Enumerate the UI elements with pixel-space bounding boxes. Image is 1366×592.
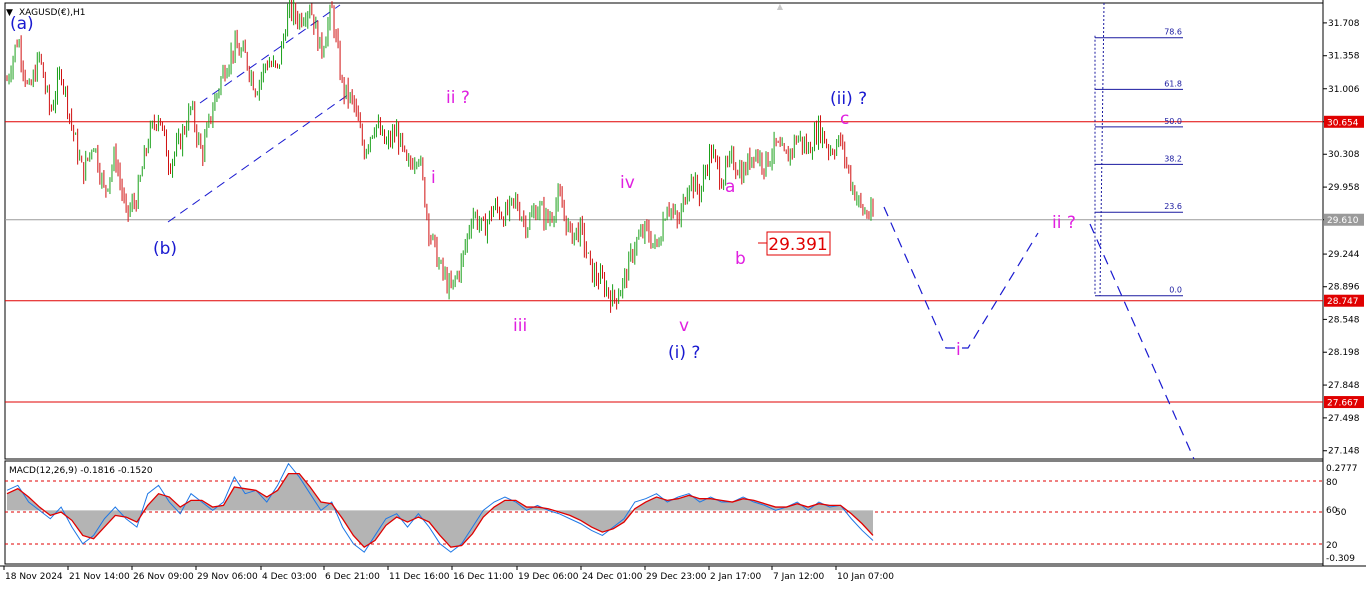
time-tick-label: 19 Dec 06:00 [518,572,579,582]
fib-level-label: 78.6 [1164,28,1182,37]
hline-label-text: 30.654 [1327,118,1359,128]
wave-label-b-paren[interactable]: (b) [153,239,177,259]
fib-level-label: 38.2 [1164,154,1182,163]
wave-label-a-small[interactable]: a [725,177,735,197]
time-tick-label: 29 Nov 06:00 [197,572,258,582]
macd-title: MACD(12,26,9) -0.1816 -0.1520 [9,466,153,476]
hline-label-text: 29.610 [1327,216,1359,226]
time-tick-label: 29 Dec 23:00 [646,572,707,582]
price-tick-label: 28.198 [1328,348,1360,358]
time-tick-label: 24 Dec 01:00 [582,572,643,582]
price-tick-label: 31.358 [1328,52,1360,62]
macd-axis-label: -0.309 [1326,554,1355,564]
wave-label-ii-projected[interactable]: ii ? [1052,213,1076,233]
macd-axis: 0.2777 80 60 50 20 -0.309 [1326,464,1358,564]
time-tick-label: 6 Dec 21:00 [325,572,380,582]
time-tick-label: 18 Nov 2024 [5,572,63,582]
wave-label-ii-paren[interactable]: (ii) ? [830,89,867,109]
price-tick-label: 29.244 [1328,250,1360,260]
time-axis: 18 Nov 2024 21 Nov 14:00 26 Nov 09:00 29 No… [3,566,894,582]
chart-window: 78.6 61.8 50.0 38.2 23.6 0.0 (a) (b) (i)… [0,0,1366,588]
macd-plot-area[interactable] [4,460,1324,565]
time-tick-label: 7 Jan 12:00 [773,572,825,582]
time-tick-label: 16 Dec 11:00 [453,572,514,582]
price-box[interactable]: 29.391 [758,231,831,256]
time-tick-label: 21 Nov 14:00 [69,572,130,582]
hline-label-text: 28.747 [1327,297,1359,307]
title-menu-icon[interactable]: ▼ [6,8,13,18]
scroll-marker-icon[interactable]: ▲ [777,2,784,11]
price-tick-label: 31.708 [1328,19,1360,29]
fib-level-label: 23.6 [1164,202,1182,211]
symbol-title: XAGUSD(€),H1 [19,8,85,18]
wave-label-v-small[interactable]: v [679,316,689,336]
price-tick-label: 27.498 [1328,414,1360,424]
wave-label-c-small[interactable]: c [840,109,849,129]
hline-label-text: 27.667 [1327,399,1359,409]
time-tick-label: 26 Nov 09:00 [133,572,194,582]
wave-label-iv-small[interactable]: iv [620,173,635,193]
macd-axis-label: 80 [1326,478,1338,488]
wave-label-i-projected[interactable]: i [956,340,961,360]
price-axis: 31.708 31.358 31.006 30.654 30.308 29.958 29.6… [1323,19,1360,457]
price-tick-label: 28.548 [1328,315,1360,325]
wave-label-ii-small[interactable]: ii ? [446,88,470,108]
wave-label-i-paren[interactable]: (i) ? [668,343,700,363]
time-tick-label: 2 Jan 17:00 [710,572,762,582]
main-plot-area[interactable] [4,2,1324,460]
macd-axis-label: 50 [1335,508,1347,518]
macd-axis-label: 0.2777 [1326,464,1358,474]
wave-label-b-small[interactable]: b [735,249,746,269]
time-tick-label: 11 Dec 16:00 [389,572,450,582]
time-tick-label: 4 Dec 03:00 [262,572,317,582]
time-tick-label: 10 Jan 07:00 [837,572,894,582]
fib-level-label: 0.0 [1169,286,1182,295]
price-tick-label: 27.148 [1328,447,1360,457]
fib-level-label: 50.0 [1164,117,1182,126]
macd-axis-label: 20 [1326,541,1338,551]
price-tick-label: 31.006 [1328,85,1360,95]
price-tick-label: 27.848 [1328,381,1360,391]
price-tick-label: 30.308 [1328,150,1360,160]
price-box-value: 29.391 [768,235,827,255]
wave-label-iii-small[interactable]: iii [513,316,527,336]
price-chart[interactable]: 78.6 61.8 50.0 38.2 23.6 0.0 (a) (b) (i)… [0,0,1366,588]
fib-level-label: 61.8 [1164,79,1182,88]
price-tick-label: 29.958 [1328,183,1360,193]
price-tick-label: 28.896 [1328,283,1360,293]
wave-label-i-small[interactable]: i [431,168,436,188]
